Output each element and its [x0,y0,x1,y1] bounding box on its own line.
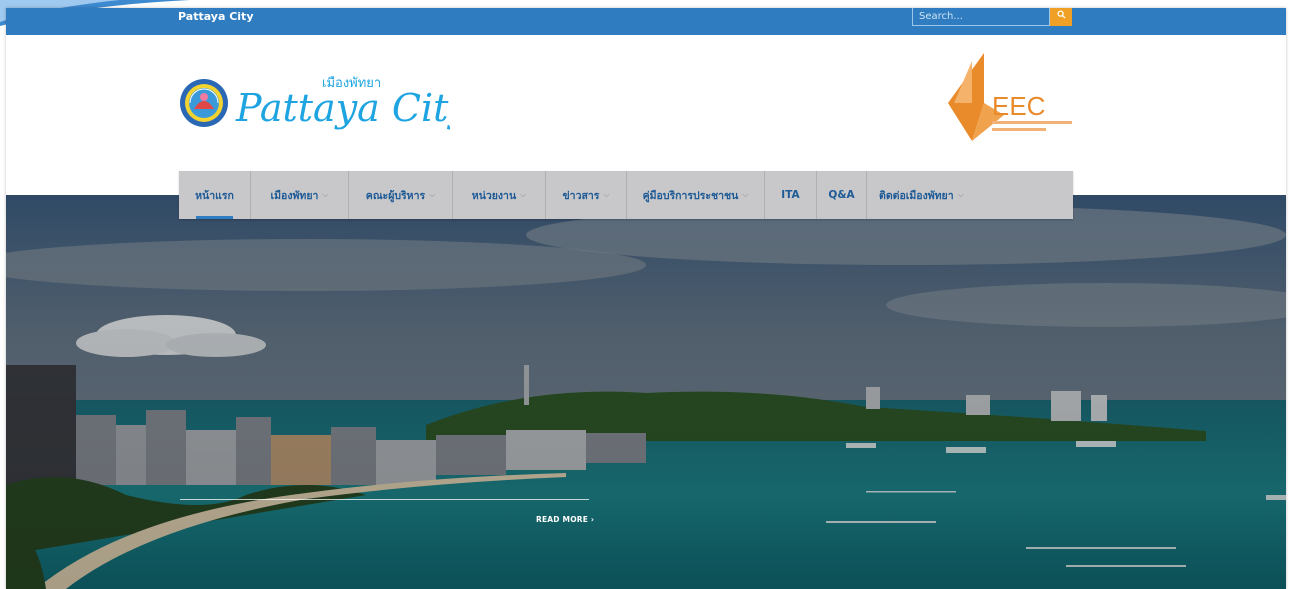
nav-item-qa[interactable]: Q&A [817,171,867,219]
nav-item-contact[interactable]: ติดต่อเมืองพัทยา ⌵ [867,171,1073,219]
nav-item-label: หน่วยงาน [471,189,517,202]
nav-item-label: ติดต่อเมืองพัทยา [879,189,954,202]
search-icon [1056,10,1066,19]
nav-item-label: Q&A [828,189,855,201]
chevron-down-icon: ⌵ [520,190,527,199]
chevron-down-icon: ⌵ [742,190,749,199]
nav-item-news[interactable]: ข่าวสาร ⌵ [546,171,627,219]
site-name-link[interactable]: Pattaya City [178,10,254,23]
pattaya-bay-photo [6,195,1286,589]
logo-thai-text: เมืองพัทยา [322,75,381,91]
nav-item-label: ข่าวสาร [562,189,600,202]
search-button[interactable] [1050,8,1072,26]
hero-banner-image [6,195,1286,589]
nav-item-label: หน้าแรก [195,189,234,202]
browser-frame: Pattaya City Pattaya City เม [0,0,1292,589]
search-input[interactable] [912,8,1050,26]
nav-item-executives[interactable]: คณะผู้บริหาร ⌵ [349,171,453,219]
logo-script-text: Pattaya City [235,86,450,130]
nav-item-label: คณะผู้บริหาร [365,189,426,202]
nav-item-home[interactable]: หน้าแรก [179,171,251,219]
pattaya-city-logo[interactable]: Pattaya City เมืองพัทยา [180,63,450,143]
nav-item-departments[interactable]: หน่วยงาน ⌵ [453,171,546,219]
read-more-link[interactable]: READ MORE › [536,515,594,524]
chevron-down-icon: ⌵ [322,190,329,199]
nav-item-label: คู่มือบริการประชาชน [642,189,739,202]
nav-item-label: ITA [781,189,800,201]
hero-divider-line [180,499,589,500]
main-navigation: หน้าแรก เมืองพัทยา ⌵ คณะผู้บริหาร ⌵ หน่วยง… [179,171,1073,219]
website-page: Pattaya City Pattaya City เม [6,8,1286,589]
chevron-down-icon: ⌵ [603,190,610,199]
nav-item-pattaya-city[interactable]: เมืองพัทยา ⌵ [251,171,349,219]
top-bar: Pattaya City [6,8,1286,35]
chevron-down-icon: ⌵ [429,190,436,199]
eec-logo[interactable]: EEC [942,53,1082,143]
eec-text: EEC [992,91,1045,121]
nav-item-ita[interactable]: ITA [765,171,817,219]
nav-item-label: เมืองพัทยา [270,189,319,202]
nav-item-citizen-manual[interactable]: คู่มือบริการประชาชน ⌵ [627,171,765,219]
chevron-down-icon: ⌵ [957,190,964,199]
